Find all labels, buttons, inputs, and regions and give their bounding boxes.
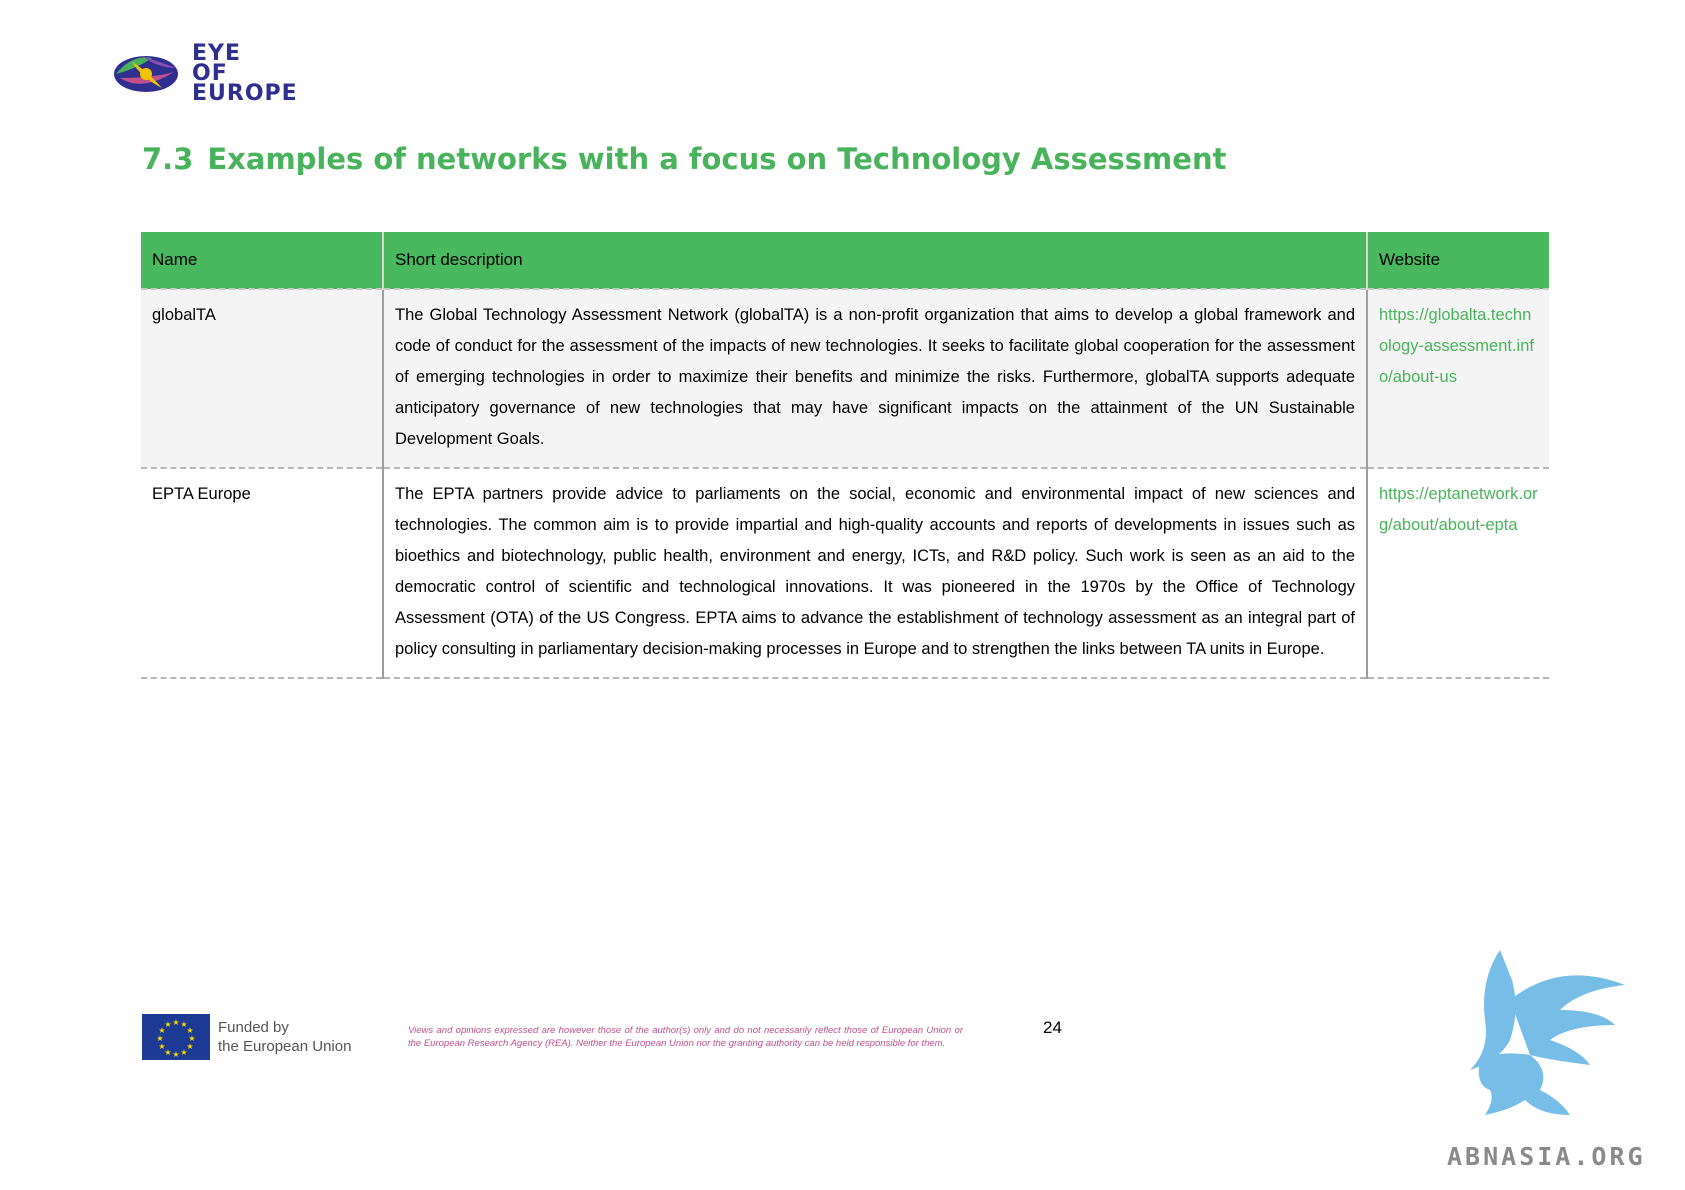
svg-text:★: ★ (164, 1020, 171, 1029)
table-row: globalTA The Global Technology Assessmen… (141, 289, 1549, 468)
row-description: The Global Technology Assessment Network… (383, 289, 1368, 468)
svg-text:★: ★ (156, 1034, 163, 1043)
header-short-description: Short description (383, 232, 1368, 289)
svg-text:★: ★ (180, 1048, 187, 1057)
svg-text:★: ★ (172, 1050, 179, 1059)
svg-text:★: ★ (158, 1042, 165, 1051)
header-website: Website (1367, 232, 1549, 289)
table-row: EPTA Europe The EPTA partners provide ad… (141, 468, 1549, 678)
logo-line-3: EUROPE (192, 81, 298, 106)
row-description: The EPTA partners provide advice to parl… (383, 468, 1368, 678)
header-name: Name (141, 232, 384, 289)
disclaimer-text: Views and opinions expressed are however… (408, 1025, 963, 1049)
section-heading: 7.3 Examples of networks with a focus on … (142, 142, 1226, 176)
section-title: Examples of networks with a focus on Tec… (207, 142, 1227, 176)
networks-table: Name Short description Website globalTA … (141, 232, 1549, 679)
row-name: globalTA (141, 289, 384, 468)
eu-flag-icon: ★ ★ ★ ★ ★ ★ ★ ★ ★ ★ ★ ★ (142, 1014, 210, 1060)
section-number: 7.3 (142, 142, 194, 176)
eu-funding-text: Funded by the European Union (218, 1018, 351, 1056)
eye-logo-icon (114, 56, 178, 92)
eu-line-1: Funded by (218, 1019, 289, 1036)
watermark-text: ABNASIA.ORG (1447, 1142, 1646, 1171)
row-name: EPTA Europe (141, 468, 384, 678)
eu-line-2: the European Union (218, 1038, 352, 1055)
page-number: 24 (1043, 1018, 1062, 1037)
griffin-watermark-icon (1470, 950, 1625, 1115)
logo-wordmark: EYE OF EUROPE (192, 43, 298, 106)
eye-of-europe-logo: EYE OF EUROPE (112, 43, 298, 106)
eu-funding-badge: ★ ★ ★ ★ ★ ★ ★ ★ ★ ★ ★ ★ Funded by the European U… (142, 1014, 351, 1060)
row-website-link[interactable]: https://eptanetwork.org/about/about-epta (1367, 468, 1549, 678)
table-header-row: Name Short description Website (141, 232, 1549, 289)
svg-text:★: ★ (172, 1018, 179, 1027)
row-website-link[interactable]: https://globalta.technology-assessment.i… (1367, 289, 1549, 468)
